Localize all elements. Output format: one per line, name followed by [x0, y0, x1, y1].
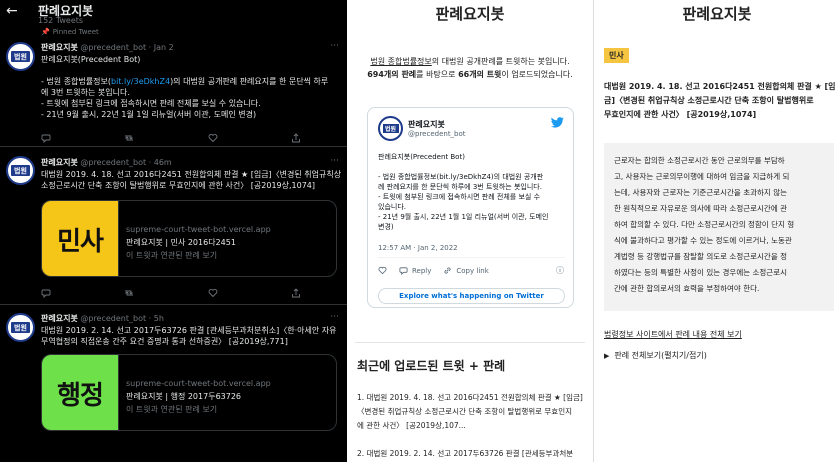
triangle-right-icon: ▶	[604, 352, 610, 360]
retweet-icon[interactable]	[124, 287, 164, 299]
tweet-admin[interactable]: 법원 판례요지봇 @precedent_bot · 5h ··· 대법원 201…	[0, 304, 347, 462]
share-icon[interactable]	[291, 132, 331, 144]
avatar[interactable]: 법원	[6, 313, 35, 342]
tweet-text: 판례요지봇(Precedent Bot) - 법원 종합법률정보(bit.ly/…	[41, 55, 329, 119]
category-badge: 민사	[604, 48, 629, 63]
pin-icon: 📌	[41, 28, 50, 36]
card-image: 행정	[42, 355, 119, 430]
tweet-author-handle[interactable]: @precedent_bot	[80, 43, 146, 52]
tweet-civil[interactable]: 법원 판례요지봇 @precedent_bot · 46m ··· 대법원 20…	[0, 146, 347, 296]
tweet-author-handle[interactable]: @precedent_bot	[80, 314, 146, 323]
card-description: 이 트윗과 연관된 판례 보기	[126, 251, 218, 260]
embed-author-name[interactable]: 판례요지봇	[408, 119, 445, 130]
divider	[378, 257, 565, 258]
more-icon[interactable]: ···	[330, 156, 339, 166]
card-title: 판례요지봇 | 민사 2016다2451	[126, 238, 236, 247]
embed-timestamp[interactable]: 12:57 AM · Jan 2, 2022	[378, 244, 458, 252]
embed-actions: Reply Copy link	[378, 266, 489, 275]
card-description: 이 트윗과 연관된 판례 보기	[126, 405, 218, 414]
card-title: 판례요지봇 | 행정 2017두63726	[126, 392, 242, 401]
info-icon[interactable]: ⓘ	[556, 265, 564, 276]
like-icon[interactable]	[378, 266, 387, 275]
reply-icon[interactable]	[41, 287, 81, 299]
tweet-actions	[41, 132, 331, 144]
back-arrow-icon[interactable]: ←	[6, 4, 18, 18]
divider	[355, 342, 585, 343]
tweet-header: 판례요지봇 @precedent_bot · 5h	[41, 313, 164, 324]
case-title: 대법원 2019. 4. 18. 선고 2016다2451 전원합의체 판결 ★…	[604, 82, 836, 119]
tweet-text: 대법원 2019. 2. 14. 선고 2017두63726 판결 [관세등부과…	[41, 326, 337, 346]
card-text: supreme-court-tweet-bot.vercel.app 판례요지봇…	[126, 223, 331, 262]
tweet-time[interactable]: · 46m	[149, 158, 172, 167]
recent-heading: 최근에 업로드된 트윗 + 판례	[357, 359, 506, 373]
twitter-profile-panel: ← 판례요지봇 152 Tweets 📌 Pinned Tweet 법원 판례요지…	[0, 0, 347, 462]
tweet-author-name[interactable]: 판례요지봇	[41, 158, 78, 167]
card-image: 민사	[42, 201, 119, 276]
reply-button[interactable]: Reply	[399, 266, 431, 275]
embed-author-handle[interactable]: @precedent_bot	[408, 130, 466, 138]
tweet-text: 대법원 2019. 4. 18. 선고 2016다2451 전원합의체 판결 ★…	[41, 170, 342, 190]
case-summary: 근로자는 합의한 소정근로시간 동안 근로의무를 부담하 고, 사용자는 근로의…	[604, 143, 834, 311]
embed-text: 판례요지봇(Precedent Bot) - 법원 종합법률정보(bit.ly/…	[378, 153, 549, 231]
share-icon[interactable]	[291, 287, 331, 299]
twitter-bird-icon[interactable]	[551, 117, 564, 128]
tweet-author-name[interactable]: 판례요지봇	[41, 43, 78, 52]
detail-page-panel: 판례요지봇 민사 대법원 2019. 4. 18. 선고 2016다2451 전…	[593, 0, 839, 462]
tweet-time[interactable]: · 5h	[149, 314, 164, 323]
explore-twitter-button[interactable]: Explore what's happening on Twitter	[378, 288, 565, 304]
tweet-actions	[41, 287, 331, 299]
reply-icon	[399, 267, 408, 275]
list-item[interactable]: 1. 대법원 2019. 4. 18. 선고 2016다2451 전원합의체 판…	[357, 391, 585, 405]
like-icon[interactable]	[208, 132, 248, 144]
home-page-panel: 판례요지봇 법원 종합법률정보의 대법원 공개판례를 트윗하는 봇입니다. 69…	[347, 0, 593, 462]
tweet-header: 판례요지봇 @precedent_bot · 46m	[41, 157, 172, 168]
reply-icon[interactable]	[41, 132, 81, 144]
card-url: supreme-court-tweet-bot.vercel.app	[126, 379, 271, 388]
like-icon[interactable]	[208, 287, 248, 299]
court-info-link[interactable]: 법원 종합법률정보	[370, 57, 431, 66]
intro-text: 법원 종합법률정보의 대법원 공개판례를 트윗하는 봇입니다. 694개의 판례…	[367, 57, 573, 79]
full-case-link[interactable]: 법령정보 사이트에서 판례 내용 전체 보기	[604, 329, 742, 340]
embedded-tweet[interactable]: 법원 판례요지봇 @precedent_bot 판례요지봇(Precedent …	[367, 107, 574, 308]
avatar[interactable]: 법원	[6, 156, 35, 185]
more-icon[interactable]: ···	[330, 41, 339, 51]
tweet-link[interactable]: bit.ly/3eDkhZ4	[111, 77, 170, 86]
tweet-time[interactable]: · Jan 2	[149, 43, 174, 52]
avatar[interactable]: 법원	[378, 116, 403, 141]
copy-link-button[interactable]: Copy link	[443, 266, 489, 275]
link-card[interactable]: 민사 supreme-court-tweet-bot.vercel.app 판례…	[41, 200, 337, 277]
page-title: 판례요지봇	[682, 5, 752, 23]
link-icon	[444, 267, 451, 274]
tweet-pinned[interactable]: 📌 Pinned Tweet 법원 판례요지봇 @precedent_bot · …	[0, 28, 347, 143]
page-title: 판례요지봇	[435, 5, 505, 23]
list-item[interactable]: 2. 대법원 2019. 2. 14. 선고 2017두63726 판결 [관세…	[357, 447, 585, 461]
profile-header: ← 판례요지봇 152 Tweets	[0, 0, 347, 28]
avatar[interactable]: 법원	[6, 42, 35, 71]
full-case-toggle[interactable]: ▶ 판례 전체보기(펼치기/접기)	[604, 350, 707, 361]
pinned-label: 📌 Pinned Tweet	[41, 28, 99, 36]
retweet-icon[interactable]	[124, 132, 164, 144]
recent-list: 1. 대법원 2019. 4. 18. 선고 2016다2451 전원합의체 판…	[357, 391, 585, 461]
more-icon[interactable]: ···	[330, 312, 339, 322]
card-text: supreme-court-tweet-bot.vercel.app 판례요지봇…	[126, 377, 331, 416]
tweet-author-name[interactable]: 판례요지봇	[41, 314, 78, 323]
tweet-author-handle[interactable]: @precedent_bot	[80, 158, 146, 167]
card-url: supreme-court-tweet-bot.vercel.app	[126, 225, 271, 234]
tweet-header: 판례요지봇 @precedent_bot · Jan 2	[41, 42, 174, 53]
tweet-count: 152 Tweets	[38, 16, 84, 25]
link-card[interactable]: 행정 supreme-court-tweet-bot.vercel.app 판례…	[41, 354, 337, 431]
